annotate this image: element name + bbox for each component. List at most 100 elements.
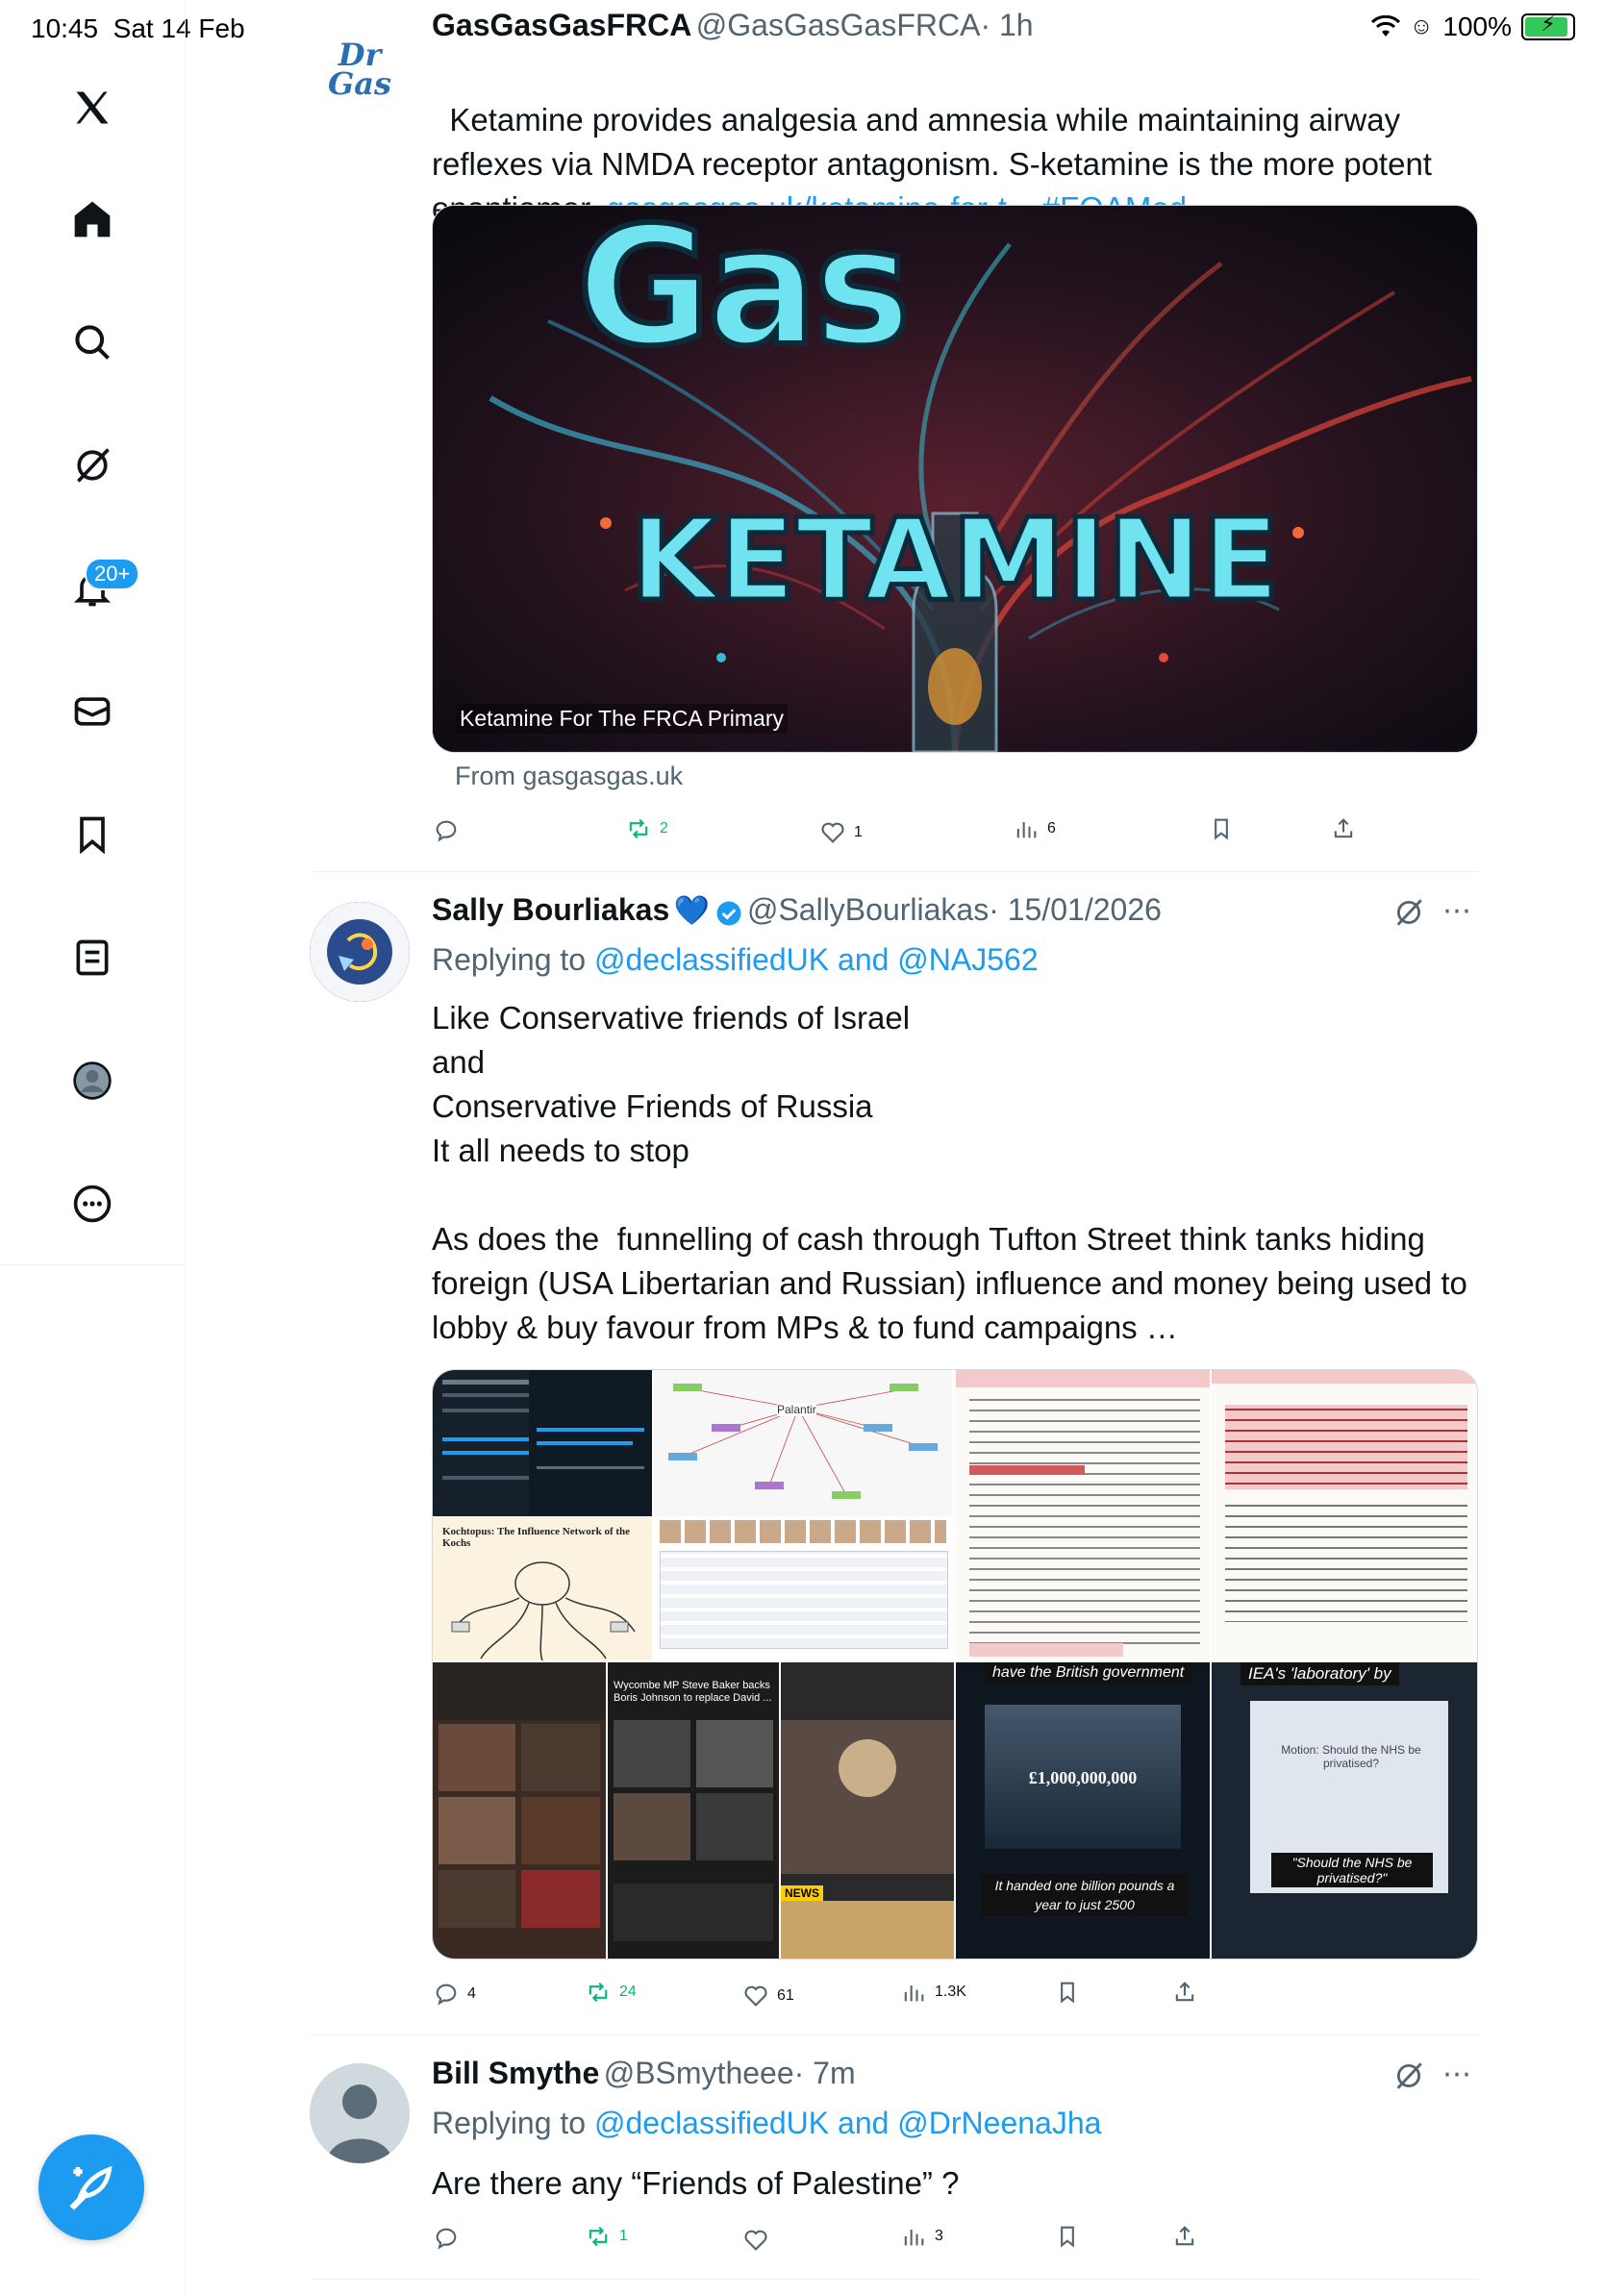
x-logo-icon[interactable]	[54, 69, 131, 146]
face-icon: ☺	[1409, 13, 1434, 39]
heart-icon	[744, 1985, 767, 2007]
like-button[interactable]: 61	[742, 1983, 794, 2009]
timestamp[interactable]: · 15/01/2026	[989, 892, 1162, 927]
wifi-icon	[1370, 15, 1400, 37]
network-diagram-art	[668, 1384, 938, 1499]
like-button[interactable]: 1	[819, 819, 863, 846]
repost-count: 1	[619, 2228, 628, 2244]
bookmark-button[interactable]	[1054, 2223, 1081, 2250]
handle[interactable]: @SallyBourliakas	[747, 892, 989, 927]
views-count: 1.3K	[935, 1984, 966, 2000]
compose-feather-icon	[69, 2165, 113, 2211]
more-options-icon[interactable]: ⋯	[1442, 2058, 1471, 2091]
handle[interactable]: @GasGasGasFRCA	[696, 8, 981, 42]
share-button[interactable]	[1171, 1979, 1198, 2006]
avatar[interactable]	[310, 902, 410, 1002]
like-count: 1	[854, 824, 863, 840]
tweet-separator	[310, 2034, 1479, 2035]
media-tile-nhs[interactable]: IEA's 'laboratory' by Motion: Should the…	[1212, 1662, 1477, 1959]
sidebar-divider	[0, 1264, 185, 1265]
share-icon	[1334, 818, 1353, 838]
nhs-caption: "Should the NHS be privatised?"	[1271, 1853, 1433, 1887]
home-icon[interactable]	[54, 181, 131, 258]
reply-icon	[436, 820, 457, 842]
notifications-badge: 20+	[85, 558, 140, 590]
share-button[interactable]	[1330, 815, 1357, 842]
share-button[interactable]	[1171, 2223, 1198, 2250]
card-image-title-top: Gas	[574, 205, 914, 383]
media-tile[interactable]	[433, 1662, 606, 1959]
profile-icon[interactable]	[54, 1042, 131, 1119]
media-tile[interactable]	[1212, 1370, 1477, 1660]
media-tile-kochtopus[interactable]: Kochtopus: The Influence Network of the …	[433, 1516, 652, 1660]
reply-icon	[436, 2228, 457, 2250]
heart-icon	[744, 2230, 767, 2251]
views-button[interactable]: 3	[900, 2223, 943, 2250]
list-icon[interactable]	[54, 919, 131, 996]
avatar[interactable]: Dr Gas	[310, 19, 410, 119]
tweet-header: Sally Bourliakas 💙 @SallyBourliakas· 15/…	[432, 892, 1162, 933]
repost-count: 2	[660, 820, 668, 836]
media-tile-billion[interactable]: have the British government £1,000,000,0…	[956, 1662, 1210, 1959]
more-icon[interactable]	[54, 1165, 131, 1242]
replying-to-users[interactable]: @declassifiedUK and @DrNeenaJha	[594, 2106, 1101, 2140]
media-tile[interactable]	[956, 1370, 1210, 1660]
bookmark-icon[interactable]	[54, 796, 131, 873]
compose-button[interactable]	[38, 2134, 144, 2240]
media-tile[interactable]: NEWS	[781, 1662, 954, 1959]
repost-button[interactable]: 2	[625, 815, 668, 842]
reply-button[interactable]: 4	[433, 1981, 476, 2008]
reply-button[interactable]	[433, 2225, 467, 2252]
views-button[interactable]: 1.3K	[900, 1979, 966, 2006]
views-count: 6	[1047, 820, 1056, 836]
octopus-illustration	[451, 1561, 636, 1660]
handle[interactable]: @BSmytheee	[604, 2056, 794, 2090]
repost-icon	[629, 818, 648, 839]
more-options-icon[interactable]: ⋯	[1442, 894, 1471, 928]
link-card[interactable]: Gas KETAMINE Ketamine For The FRCA Prima…	[432, 205, 1478, 753]
timestamp[interactable]: · 7m	[794, 2056, 856, 2090]
replying-to-users[interactable]: @declassifiedUK and @NAJ562	[594, 942, 1039, 977]
billion-caption: It handed one billion pounds a year to j…	[981, 1874, 1189, 1916]
tile-caption: have the British government	[985, 1662, 1192, 1684]
battery-icon: ⚡	[1521, 12, 1575, 40]
avatar[interactable]	[310, 2063, 410, 2163]
replying-prefix: Replying to	[432, 942, 594, 977]
tweet-separator	[310, 871, 1479, 872]
media-grid[interactable]: Palantir Kochtopus: The Influence Networ…	[432, 1369, 1478, 1959]
card-source[interactable]: From gasgasgas.uk	[455, 761, 683, 791]
display-name[interactable]: GasGasGasFRCA	[432, 8, 691, 42]
grok-icon[interactable]	[54, 427, 131, 504]
mail-icon[interactable]	[54, 673, 131, 750]
views-button[interactable]: 6	[1013, 815, 1056, 842]
media-tile[interactable]	[654, 1516, 952, 1660]
grok-explain-icon[interactable]	[1392, 896, 1425, 934]
heart-emoji: 💙	[673, 895, 711, 927]
views-icon	[904, 1985, 924, 2002]
repost-icon	[589, 2226, 608, 2247]
card-image-title: KETAMINE	[628, 493, 1282, 626]
bookmark-button[interactable]	[1054, 1979, 1081, 2006]
replying-prefix: Replying to	[432, 2106, 594, 2140]
repost-button[interactable]: 1	[585, 2223, 628, 2250]
like-count: 61	[777, 1987, 794, 2004]
repost-button[interactable]: 24	[585, 1979, 637, 2006]
bookmark-button[interactable]	[1208, 815, 1235, 842]
display-name[interactable]: Bill Smythe	[432, 2056, 599, 2090]
share-icon	[1175, 2226, 1194, 2246]
reply-count: 4	[467, 1985, 476, 2002]
heart-icon	[821, 822, 844, 843]
avatar-art	[310, 902, 410, 1002]
media-tile-palantir[interactable]: Palantir	[654, 1370, 952, 1516]
billion-figure: £1,000,000,000	[1028, 1768, 1138, 1787]
like-button[interactable]	[742, 2227, 777, 2254]
media-tile[interactable]	[529, 1370, 652, 1516]
repost-icon	[589, 1982, 608, 2003]
media-tile[interactable]: Wycombe MP Steve Baker backs Boris Johns…	[608, 1662, 779, 1959]
timestamp[interactable]: · 1h	[980, 8, 1033, 42]
nhs-motion: Motion: Should the NHS be privatised?	[1281, 1743, 1421, 1770]
search-icon[interactable]	[54, 304, 131, 381]
grok-explain-icon[interactable]	[1392, 2059, 1425, 2097]
reply-button[interactable]	[433, 817, 467, 844]
display-name[interactable]: Sally Bourliakas	[432, 892, 669, 927]
